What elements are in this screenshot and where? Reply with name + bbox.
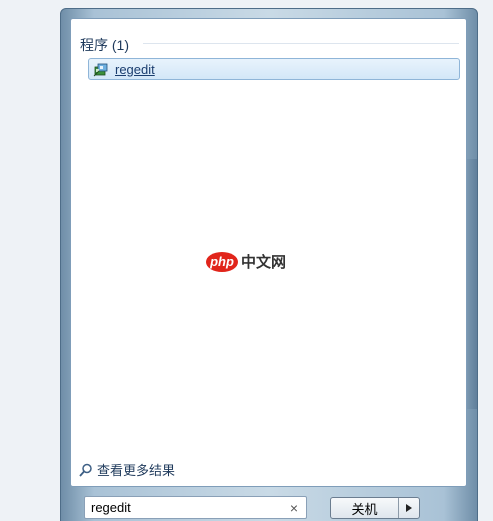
- result-label: regedit: [115, 61, 155, 77]
- section-divider: [143, 43, 459, 44]
- result-item-regedit[interactable]: regedit: [88, 58, 460, 80]
- search-box[interactable]: ×: [84, 496, 307, 519]
- shutdown-button[interactable]: 关机: [331, 498, 399, 518]
- see-more-label: 查看更多结果: [97, 463, 176, 478]
- close-icon[interactable]: ×: [288, 500, 300, 516]
- triangle-right-icon: [406, 504, 412, 512]
- search-icon: [79, 463, 92, 477]
- watermark-logo: php 中文网: [206, 251, 286, 272]
- shutdown-options-button[interactable]: [399, 498, 419, 518]
- search-input[interactable]: [91, 500, 288, 515]
- regedit-icon: [93, 63, 108, 77]
- section-header-programs: 程序 (1): [80, 37, 129, 53]
- logo-text: 中文网: [241, 254, 287, 271]
- see-more-results-link[interactable]: 查看更多结果: [79, 460, 175, 479]
- search-results-panel: 程序 (1) regedit php 中文网 查看更多结果: [70, 18, 467, 487]
- logo-badge: php: [206, 251, 238, 272]
- power-controls: 关机: [330, 497, 420, 519]
